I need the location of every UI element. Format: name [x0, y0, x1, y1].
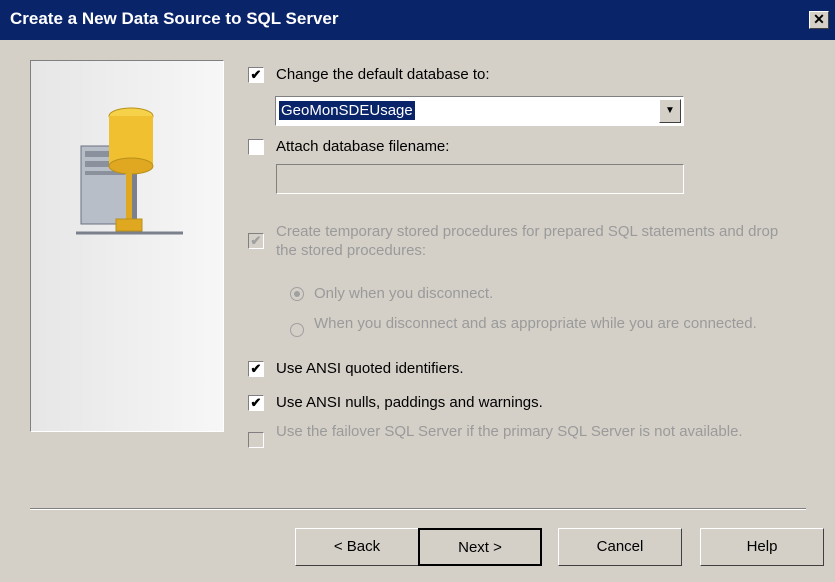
radio-only-disconnect-label: Only when you disconnect. — [314, 285, 494, 302]
back-button[interactable]: < Back — [295, 528, 419, 566]
attach-db-label: Attach database filename: — [276, 138, 450, 155]
change-default-db-label: Change the default database to: — [276, 66, 490, 83]
ansi-quoted-label: Use ANSI quoted identifiers. — [276, 360, 464, 377]
radio-disconnect-appropriate[interactable] — [290, 323, 304, 337]
database-server-icon — [76, 107, 183, 235]
attach-db-checkbox[interactable] — [248, 139, 264, 155]
database-value: GeoMonSDEUsage — [279, 101, 415, 120]
close-button[interactable]: ✕ — [809, 11, 829, 29]
radio-only-disconnect[interactable] — [290, 287, 304, 301]
help-button[interactable]: Help — [700, 528, 824, 566]
temp-procs-checkbox[interactable]: ✔ — [248, 233, 264, 249]
radio-disconnect-appropriate-label: When you disconnect and as appropriate w… — [314, 315, 757, 332]
temp-procs-label: Create temporary stored procedures for p… — [276, 223, 779, 259]
ansi-nulls-checkbox[interactable]: ✔ — [248, 395, 264, 411]
failover-checkbox[interactable] — [248, 432, 264, 448]
ansi-nulls-label: Use ANSI nulls, paddings and warnings. — [276, 394, 543, 411]
wizard-side-panel — [30, 60, 224, 432]
failover-label: Use the failover SQL Server if the prima… — [276, 423, 743, 440]
attach-db-filename-field[interactable] — [276, 164, 684, 194]
ansi-quoted-checkbox[interactable]: ✔ — [248, 361, 264, 377]
database-combobox[interactable]: GeoMonSDEUsage ▼ — [275, 96, 684, 126]
dialog-window: Create a New Data Source to SQL Server ✕… — [0, 0, 835, 582]
title-bar[interactable]: Create a New Data Source to SQL Server ✕ — [0, 0, 835, 40]
footer-divider — [30, 508, 806, 510]
change-default-db-checkbox[interactable]: ✔ — [248, 67, 264, 83]
next-button[interactable]: Next > — [418, 528, 542, 566]
chevron-down-icon[interactable]: ▼ — [659, 99, 681, 123]
window-title: Create a New Data Source to SQL Server — [10, 9, 339, 28]
cancel-button[interactable]: Cancel — [558, 528, 682, 566]
